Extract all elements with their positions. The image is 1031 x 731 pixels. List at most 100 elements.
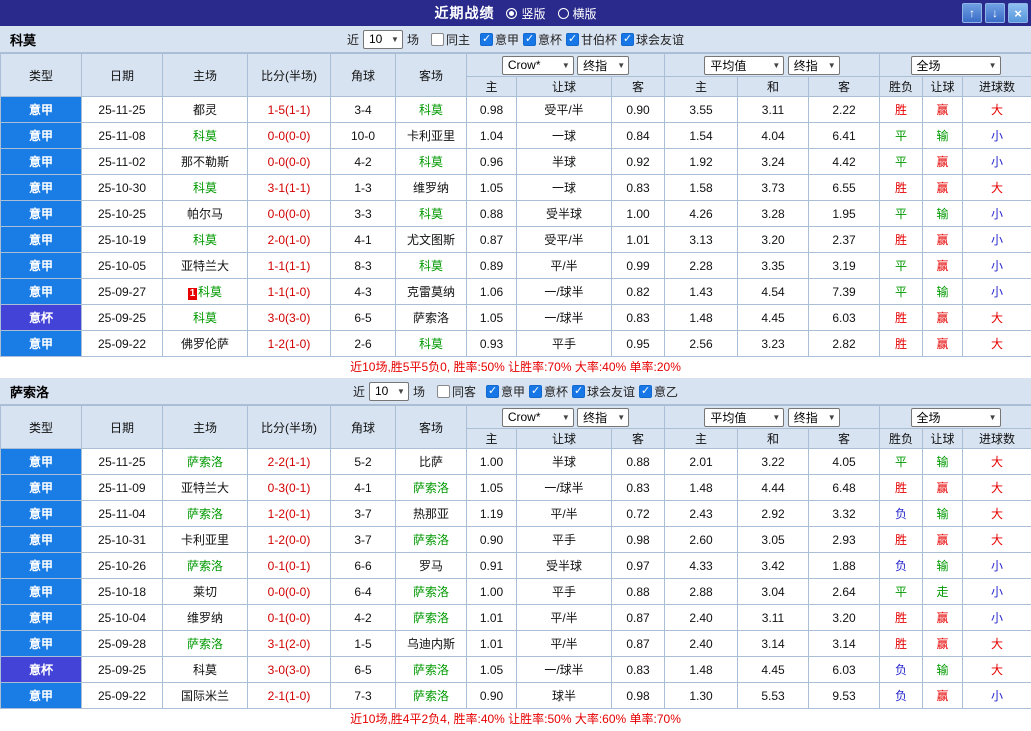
radio-selected-icon	[506, 7, 518, 19]
bookmaker-select[interactable]: Crow* ▼	[501, 407, 574, 427]
league-filter-checkbox[interactable]: 甘伯杯	[566, 31, 617, 48]
league-filter-checkbox[interactable]: 球会友谊	[621, 31, 684, 48]
scope-select[interactable]: 全场 ▼	[910, 407, 1001, 427]
scope-select[interactable]: 全场 ▼	[910, 55, 1001, 75]
score: 0-1(0-0)	[247, 604, 331, 631]
eu-time-select[interactable]: 终指 ▼	[787, 55, 840, 75]
handicap-result: 赢	[922, 96, 964, 123]
league-filter-checkbox[interactable]: 意甲	[479, 31, 519, 48]
move-down-button[interactable]: ↓	[985, 3, 1005, 23]
score: 1-1(1-1)	[247, 252, 331, 279]
bookmaker-select[interactable]: Crow* ▼	[501, 55, 574, 75]
match-count-select[interactable]: 10 ▼	[368, 381, 409, 401]
goals-result: 大	[962, 330, 1031, 357]
match-row: 意甲 25-09-28 萨索洛 3-1(2-0) 1-5 乌迪内斯 1.01 平/半 0.87 2…	[0, 630, 1031, 657]
home-team: 科莫	[162, 656, 248, 683]
col-date: 日期	[81, 53, 163, 97]
view-option-horizontal[interactable]: 横版	[557, 5, 597, 22]
match-date: 25-11-25	[81, 448, 163, 475]
eu-home-odds: 1.43	[664, 278, 738, 305]
ah-away-odds: 1.01	[611, 226, 665, 253]
col-home: 主场	[162, 53, 248, 97]
corners: 3-7	[330, 500, 396, 527]
same-venue-checkbox[interactable]: 同客	[436, 383, 476, 400]
ah-line: 平/半	[516, 252, 612, 279]
close-button[interactable]: ×	[1008, 3, 1028, 23]
away-team: 萨索洛	[395, 304, 467, 331]
corners: 4-1	[330, 474, 396, 501]
eu-time-select[interactable]: 终指 ▼	[787, 407, 840, 427]
away-team: 比萨	[395, 448, 467, 475]
ah-away-odds: 0.87	[611, 604, 665, 631]
away-team: 乌迪内斯	[395, 630, 467, 657]
view-option-vertical[interactable]: 竖版	[506, 5, 546, 22]
league-type: 意甲	[0, 500, 82, 527]
away-team: 尤文图斯	[395, 226, 467, 253]
eu-draw-odds: 3.20	[737, 226, 809, 253]
goals-result: 大	[962, 474, 1031, 501]
home-team-name: 科莫	[192, 181, 217, 195]
match-count-select[interactable]: 10 ▼	[362, 29, 403, 49]
home-team-name: 那不勒斯	[180, 155, 229, 169]
ah-away-odds: 0.72	[611, 500, 665, 527]
league-filter-checkbox[interactable]: 意杯	[523, 31, 562, 48]
ah-line: 球半	[516, 682, 612, 709]
ah-home-odds: 0.98	[466, 96, 517, 123]
selected-value: 终指	[583, 58, 608, 73]
match-result: 平	[879, 200, 924, 227]
league-filter-checkbox[interactable]: 意乙	[639, 383, 678, 400]
move-up-button[interactable]: ↑	[962, 3, 982, 23]
eu-home-odds: 2.01	[664, 448, 738, 475]
league-filter-checkbox[interactable]: 球会友谊	[572, 383, 635, 400]
league-type: 意杯	[0, 656, 82, 683]
eu-away-odds: 6.41	[807, 122, 881, 149]
eu-draw-odds: 3.24	[737, 148, 809, 175]
away-team: 卡利亚里	[395, 122, 467, 149]
match-row: 意甲 25-11-02 那不勒斯 0-0(0-0) 4-2 科莫 0.96 半球 0.92 1.9…	[0, 148, 1031, 175]
eu-draw-odds: 3.23	[737, 330, 809, 357]
goals-result: 小	[962, 278, 1031, 305]
ah-odds-header: Crow* ▼ 终指 ▼	[466, 405, 665, 429]
average-select[interactable]: 平均值 ▼	[704, 55, 785, 75]
col-type: 类型	[0, 405, 82, 449]
home-team-name: 萨索洛	[186, 455, 223, 469]
goals-result: 小	[962, 682, 1031, 709]
match-date: 25-09-28	[81, 630, 163, 657]
eu-home-odds: 4.33	[664, 552, 738, 579]
goals-result: 小	[962, 122, 1031, 149]
matches-body: 意甲 25-11-25 都灵 1-5(1-1) 3-4 科莫 0.98 受平/半 0.90 3.5…	[0, 96, 1031, 357]
scope-header: 全场 ▼	[879, 405, 1031, 429]
col-home: 主场	[162, 405, 248, 449]
match-date: 25-10-04	[81, 604, 163, 631]
league-type: 意杯	[0, 304, 82, 331]
red-card-badge: 1	[187, 288, 197, 300]
away-team: 萨索洛	[395, 656, 467, 683]
col-eu-home: 主	[664, 76, 738, 97]
home-team-name: 亚特兰大	[180, 259, 229, 273]
match-date: 25-11-04	[81, 500, 163, 527]
league-filter-checkbox[interactable]: 意甲	[485, 383, 525, 400]
league-type: 意甲	[0, 200, 82, 227]
ah-time-select[interactable]: 终指 ▼	[577, 55, 630, 75]
match-date: 25-11-25	[81, 96, 163, 123]
home-team-name: 帕尔马	[186, 207, 223, 221]
league-filter-checkbox[interactable]: 意杯	[529, 383, 568, 400]
home-team: 都灵	[162, 96, 248, 123]
close-icon: ×	[1014, 5, 1022, 21]
same-venue-checkbox[interactable]: 同主	[430, 31, 470, 48]
handicap-result: 赢	[922, 474, 964, 501]
away-team: 科莫	[395, 200, 467, 227]
average-select[interactable]: 平均值 ▼	[704, 407, 785, 427]
match-result: 胜	[879, 174, 924, 201]
handicap-result: 赢	[922, 148, 964, 175]
league-type: 意甲	[0, 252, 82, 279]
home-team: 科莫	[162, 226, 248, 253]
checkbox-icon	[572, 384, 586, 398]
eu-away-odds: 7.39	[807, 278, 881, 305]
ah-time-select[interactable]: 终指 ▼	[577, 407, 630, 427]
ah-away-odds: 0.98	[611, 526, 665, 553]
checkbox-icon	[529, 384, 542, 398]
section-header: 萨索洛 近 10▼ 场 同客 意甲 意杯 球	[0, 378, 1031, 405]
col-corner: 角球	[330, 405, 396, 449]
home-team-name: 亚特兰大	[180, 481, 229, 495]
